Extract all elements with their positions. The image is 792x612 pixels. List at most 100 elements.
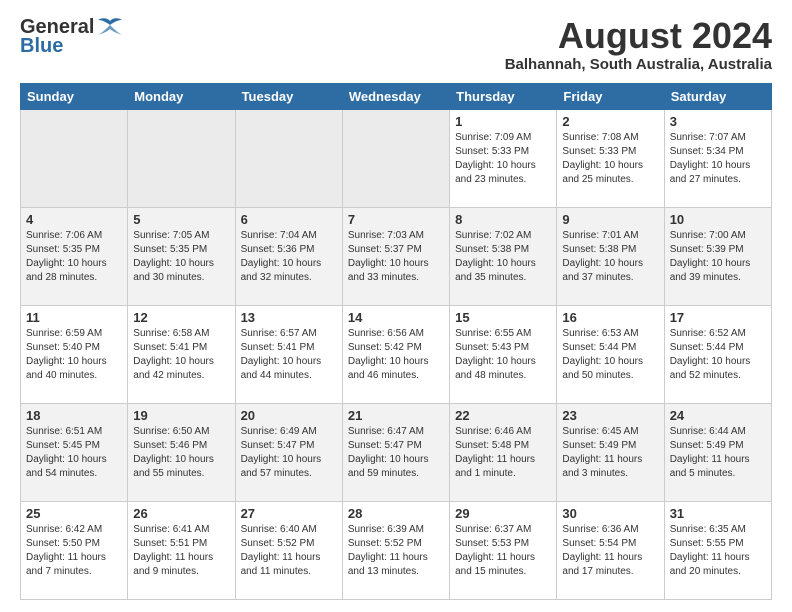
week-row-3: 11 Sunrise: 6:59 AMSunset: 5:40 PMDayligh…: [21, 305, 772, 403]
table-cell: 12Sunrise: 6:58 AMSunset: 5:41 PMDayligh…: [128, 305, 235, 403]
day-info: Sunrise: 6:42 AMSunset: 5:50 PMDaylight:…: [26, 523, 122, 579]
day-number: 14: [348, 310, 444, 325]
day-number: 24: [670, 408, 766, 423]
day-number: 4: [26, 212, 122, 227]
day-number: 1: [455, 114, 551, 129]
logo: General Blue: [20, 16, 124, 58]
day-info: Sunrise: 7:05 AMSunset: 5:35 PMDaylight:…: [133, 229, 229, 285]
table-cell: 1 Sunrise: 7:09 AMSunset: 5:33 PMDaylight…: [450, 109, 557, 207]
day-number: 8: [455, 212, 551, 227]
day-number: 25: [26, 506, 122, 521]
table-cell: 3Sunrise: 7:07 AMSunset: 5:34 PMDaylight…: [664, 109, 771, 207]
table-cell: 16 Sunrise: 6:53 AMSunset: 5:44 PMDayligh…: [557, 305, 664, 403]
day-info: Sunrise: 6:44 AMSunset: 5:49 PMDaylight:…: [670, 425, 766, 481]
table-cell: 2 Sunrise: 7:08 AMSunset: 5:33 PMDaylight…: [557, 109, 664, 207]
weekday-header-row: Sunday Monday Tuesday Wednesday Thursday…: [21, 83, 772, 109]
table-cell: 10 Sunrise: 7:00 AMSunset: 5:39 PMDayligh…: [664, 207, 771, 305]
day-number: 27: [241, 506, 337, 521]
day-info: Sunrise: 7:02 AMSunset: 5:38 PMDaylight:…: [455, 229, 551, 285]
day-info: Sunrise: 6:53 AMSunset: 5:44 PMDaylight:…: [562, 327, 658, 383]
day-info: Sunrise: 6:50 AMSunset: 5:46 PMDaylight:…: [133, 425, 229, 481]
day-info: Sunrise: 6:59 AMSunset: 5:40 PMDaylight:…: [26, 327, 122, 383]
day-info: Sunrise: 6:46 AMSunset: 5:48 PMDaylight:…: [455, 425, 551, 481]
day-number: 7: [348, 212, 444, 227]
header-saturday: Saturday: [664, 83, 771, 109]
day-info: Sunrise: 7:09 AMSunset: 5:33 PMDaylight:…: [455, 131, 551, 187]
table-cell: 9 Sunrise: 7:01 AMSunset: 5:38 PMDaylight…: [557, 207, 664, 305]
table-cell: 20 Sunrise: 6:49 AMSunset: 5:47 PMDayligh…: [235, 403, 342, 501]
day-info: Sunrise: 7:00 AMSunset: 5:39 PMDaylight:…: [670, 229, 766, 285]
table-cell: [128, 109, 235, 207]
logo-bird-icon: [96, 17, 124, 39]
table-cell: 7 Sunrise: 7:03 AMSunset: 5:37 PMDaylight…: [342, 207, 449, 305]
day-number: 2: [562, 114, 658, 129]
table-cell: 11 Sunrise: 6:59 AMSunset: 5:40 PMDayligh…: [21, 305, 128, 403]
day-info: Sunrise: 7:01 AMSunset: 5:38 PMDaylight:…: [562, 229, 658, 285]
day-number: 29: [455, 506, 551, 521]
day-number: 5: [133, 212, 229, 227]
day-number: 12: [133, 310, 229, 325]
table-cell: 17Sunrise: 6:52 AMSunset: 5:44 PMDayligh…: [664, 305, 771, 403]
day-number: 16: [562, 310, 658, 325]
month-year: August 2024: [505, 16, 772, 56]
day-number: 30: [562, 506, 658, 521]
week-row-4: 18Sunrise: 6:51 AMSunset: 5:45 PMDayligh…: [21, 403, 772, 501]
table-cell: 18Sunrise: 6:51 AMSunset: 5:45 PMDayligh…: [21, 403, 128, 501]
day-number: 21: [348, 408, 444, 423]
day-info: Sunrise: 6:56 AMSunset: 5:42 PMDaylight:…: [348, 327, 444, 383]
week-row-2: 4 Sunrise: 7:06 AMSunset: 5:35 PMDaylight…: [21, 207, 772, 305]
day-info: Sunrise: 6:49 AMSunset: 5:47 PMDaylight:…: [241, 425, 337, 481]
day-info: Sunrise: 7:06 AMSunset: 5:35 PMDaylight:…: [26, 229, 122, 285]
logo-blue: Blue: [20, 35, 63, 58]
table-cell: 27 Sunrise: 6:40 AMSunset: 5:52 PMDayligh…: [235, 501, 342, 599]
location: Balhannah, South Australia, Australia: [505, 56, 772, 73]
day-number: 26: [133, 506, 229, 521]
header-wednesday: Wednesday: [342, 83, 449, 109]
day-info: Sunrise: 7:03 AMSunset: 5:37 PMDaylight:…: [348, 229, 444, 285]
table-cell: 5 Sunrise: 7:05 AMSunset: 5:35 PMDaylight…: [128, 207, 235, 305]
day-number: 10: [670, 212, 766, 227]
day-info: Sunrise: 7:07 AMSunset: 5:34 PMDaylight:…: [670, 131, 766, 187]
week-row-5: 25 Sunrise: 6:42 AMSunset: 5:50 PMDayligh…: [21, 501, 772, 599]
table-cell: [235, 109, 342, 207]
day-info: Sunrise: 6:51 AMSunset: 5:45 PMDaylight:…: [26, 425, 122, 481]
table-cell: [342, 109, 449, 207]
day-number: 9: [562, 212, 658, 227]
day-info: Sunrise: 6:36 AMSunset: 5:54 PMDaylight:…: [562, 523, 658, 579]
calendar-table: Sunday Monday Tuesday Wednesday Thursday…: [20, 83, 772, 600]
week-row-1: 1 Sunrise: 7:09 AMSunset: 5:33 PMDaylight…: [21, 109, 772, 207]
day-number: 20: [241, 408, 337, 423]
day-info: Sunrise: 6:39 AMSunset: 5:52 PMDaylight:…: [348, 523, 444, 579]
table-cell: 19 Sunrise: 6:50 AMSunset: 5:46 PMDayligh…: [128, 403, 235, 501]
day-info: Sunrise: 7:08 AMSunset: 5:33 PMDaylight:…: [562, 131, 658, 187]
table-cell: [21, 109, 128, 207]
header-tuesday: Tuesday: [235, 83, 342, 109]
day-info: Sunrise: 6:35 AMSunset: 5:55 PMDaylight:…: [670, 523, 766, 579]
table-cell: 24 Sunrise: 6:44 AMSunset: 5:49 PMDayligh…: [664, 403, 771, 501]
day-number: 11: [26, 310, 122, 325]
page: General Blue August 2024 Balhannah, Sout…: [0, 0, 792, 612]
day-number: 22: [455, 408, 551, 423]
table-cell: 30 Sunrise: 6:36 AMSunset: 5:54 PMDayligh…: [557, 501, 664, 599]
table-cell: 4 Sunrise: 7:06 AMSunset: 5:35 PMDaylight…: [21, 207, 128, 305]
table-cell: 14 Sunrise: 6:56 AMSunset: 5:42 PMDayligh…: [342, 305, 449, 403]
table-cell: 29 Sunrise: 6:37 AMSunset: 5:53 PMDayligh…: [450, 501, 557, 599]
day-info: Sunrise: 6:55 AMSunset: 5:43 PMDaylight:…: [455, 327, 551, 383]
day-info: Sunrise: 6:47 AMSunset: 5:47 PMDaylight:…: [348, 425, 444, 481]
day-info: Sunrise: 6:45 AMSunset: 5:49 PMDaylight:…: [562, 425, 658, 481]
table-cell: 31 Sunrise: 6:35 AMSunset: 5:55 PMDayligh…: [664, 501, 771, 599]
day-number: 6: [241, 212, 337, 227]
day-number: 15: [455, 310, 551, 325]
day-info: Sunrise: 6:37 AMSunset: 5:53 PMDaylight:…: [455, 523, 551, 579]
day-number: 19: [133, 408, 229, 423]
table-cell: 15 Sunrise: 6:55 AMSunset: 5:43 PMDayligh…: [450, 305, 557, 403]
header-sunday: Sunday: [21, 83, 128, 109]
header-monday: Monday: [128, 83, 235, 109]
header-friday: Friday: [557, 83, 664, 109]
day-info: Sunrise: 6:40 AMSunset: 5:52 PMDaylight:…: [241, 523, 337, 579]
day-number: 31: [670, 506, 766, 521]
table-cell: 26Sunrise: 6:41 AMSunset: 5:51 PMDayligh…: [128, 501, 235, 599]
day-info: Sunrise: 7:04 AMSunset: 5:36 PMDaylight:…: [241, 229, 337, 285]
table-cell: 6 Sunrise: 7:04 AMSunset: 5:36 PMDaylight…: [235, 207, 342, 305]
table-cell: 28Sunrise: 6:39 AMSunset: 5:52 PMDayligh…: [342, 501, 449, 599]
